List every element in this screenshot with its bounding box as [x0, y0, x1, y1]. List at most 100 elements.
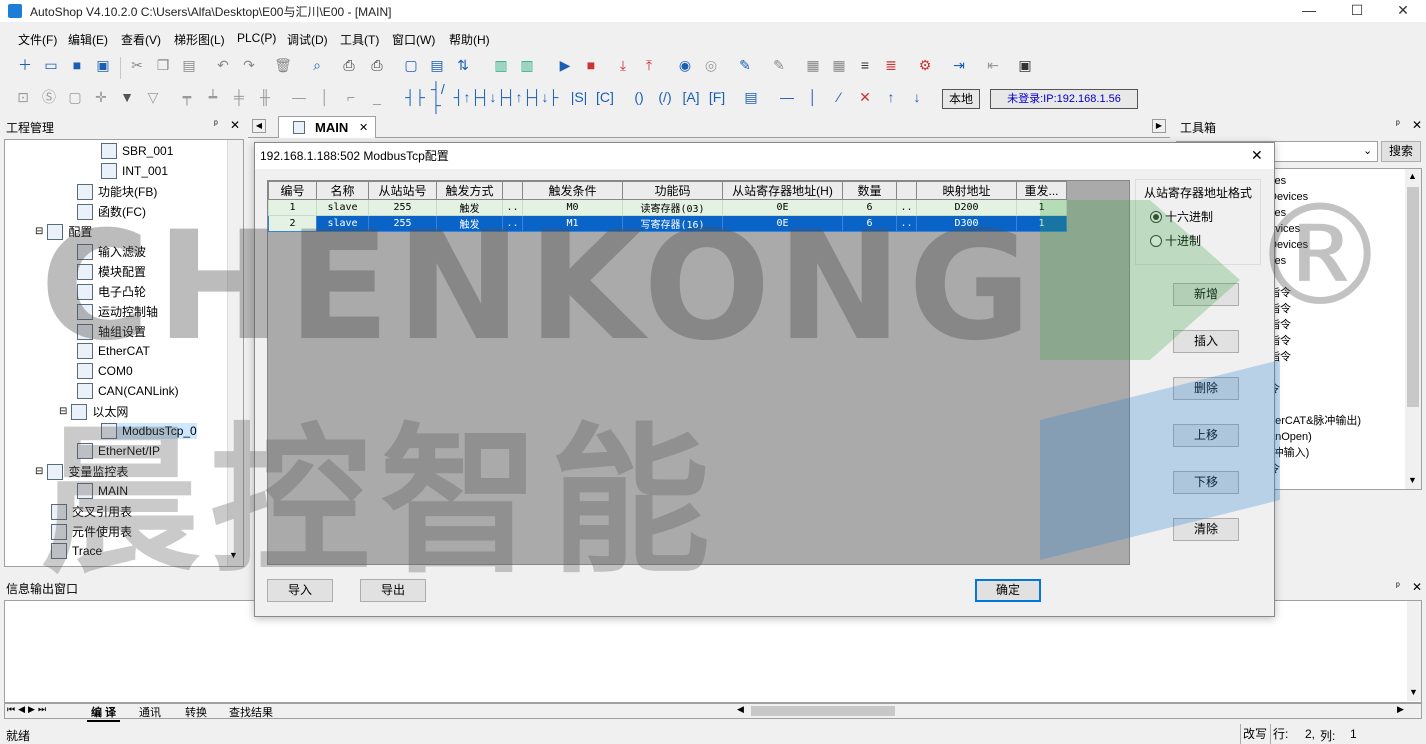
lad-icon[interactable]: ⊡: [12, 86, 34, 108]
tree-item-sbr001[interactable]: SBR_001: [101, 143, 173, 159]
cell-count[interactable]: 6: [842, 199, 897, 216]
cell-addr[interactable]: 0E: [722, 215, 843, 232]
grid1-icon[interactable]: ▦: [802, 54, 824, 76]
toolbox-item[interactable]: 指令: [1269, 301, 1361, 317]
branch2-icon[interactable]: ┷: [202, 86, 224, 108]
scroll-thumb[interactable]: [1407, 187, 1419, 407]
monitor-icon[interactable]: ◉: [674, 54, 696, 76]
tab-close-icon[interactable]: ✕: [359, 121, 368, 134]
cell-dots[interactable]: ..: [896, 199, 917, 216]
cell-map[interactable]: D300: [916, 215, 1017, 232]
undo-icon[interactable]: ↶: [212, 54, 234, 76]
cell-dots[interactable]: ..: [896, 215, 917, 232]
print-preview-icon[interactable]: ⎙: [338, 54, 360, 76]
toolbox-item[interactable]: ces: [1269, 253, 1361, 269]
cell-station[interactable]: 255: [368, 199, 437, 216]
search-icon[interactable]: ⌕: [306, 54, 328, 76]
contact-pb-icon[interactable]: ┤↑├: [506, 86, 533, 108]
tree-item-input-filter[interactable]: 输入滤波: [77, 243, 146, 260]
cell-name[interactable]: slave: [316, 215, 369, 232]
cell-cond[interactable]: M1: [522, 215, 623, 232]
coil-c-icon[interactable]: [C]: [594, 86, 616, 108]
cell-dots[interactable]: ..: [502, 199, 523, 216]
dropdown-chevron-icon[interactable]: ⌄: [1363, 144, 1372, 157]
tree-item-main[interactable]: MAIN: [77, 483, 128, 499]
branch4-icon[interactable]: ╫: [254, 86, 276, 108]
tree-item-ethercat[interactable]: EtherCAT: [77, 343, 150, 359]
align2-icon[interactable]: ≣: [880, 54, 902, 76]
info-tab-comm[interactable]: 通讯: [135, 704, 165, 720]
hwire-icon[interactable]: —: [776, 86, 798, 108]
contact-nc-icon[interactable]: ┤/├: [430, 81, 452, 113]
menu-debug[interactable]: 调试(D): [287, 31, 328, 48]
arrow-down2-icon[interactable]: ▽: [142, 86, 164, 108]
cell-addr[interactable]: 0E: [722, 199, 843, 216]
move-down-button[interactable]: 下移: [1173, 471, 1239, 494]
contact-no-icon[interactable]: ┤├: [404, 86, 426, 108]
col-header[interactable]: 名称: [316, 181, 369, 200]
window-icon[interactable]: ▢: [400, 54, 422, 76]
cell-func[interactable]: 写寄存器(16): [622, 215, 723, 232]
collapse-icon[interactable]: ⊟: [35, 466, 43, 477]
move-up-button[interactable]: 上移: [1173, 424, 1239, 447]
radio-dec[interactable]: 十进制: [1150, 232, 1201, 249]
edit-monitor-icon[interactable]: ✎: [734, 54, 756, 76]
toolbox-item[interactable]: (冲输入): [1269, 445, 1361, 461]
toolbox-item[interactable]: 指令: [1269, 285, 1361, 301]
scroll-up-icon[interactable]: ▲: [1408, 171, 1417, 181]
save-all-icon[interactable]: ▣: [92, 54, 114, 76]
download-icon[interactable]: ▥: [490, 54, 512, 76]
col-header[interactable]: 功能码: [622, 181, 723, 200]
hline-icon[interactable]: —: [288, 86, 310, 108]
tree-item-axis-group[interactable]: 轴组设置: [77, 323, 146, 340]
panel-close-icon[interactable]: ✕: [230, 118, 240, 132]
test-icon[interactable]: ⚙: [914, 54, 936, 76]
comment-icon[interactable]: ▤: [740, 86, 762, 108]
cell-no[interactable]: 2: [268, 215, 317, 232]
contact-nb-icon[interactable]: ┤↓├: [532, 86, 559, 108]
toolbox-item[interactable]: 指令: [1269, 333, 1361, 349]
toolbox-search-button[interactable]: 搜索: [1381, 141, 1421, 162]
col-header[interactable]: 从站站号: [368, 181, 437, 200]
toolbox-item[interactable]: 指令: [1269, 349, 1361, 365]
menu-window[interactable]: 窗口(W): [392, 31, 435, 48]
col-header[interactable]: 触发方式: [436, 181, 503, 200]
dialog-close-icon[interactable]: ✕: [1251, 147, 1263, 164]
menu-tools[interactable]: 工具(T): [340, 31, 379, 48]
minimize-button[interactable]: —: [1286, 0, 1332, 22]
collapse-icon[interactable]: ⊟: [35, 226, 43, 237]
toolbox-close-icon[interactable]: ✕: [1412, 118, 1422, 132]
info-scrollbar[interactable]: ▼: [1407, 601, 1421, 701]
func-f-icon[interactable]: [F]: [706, 86, 728, 108]
menu-plc[interactable]: PLC(P): [237, 31, 276, 45]
col-header[interactable]: 从站寄存器地址(H): [722, 181, 843, 200]
coil-inv-icon[interactable]: (/): [654, 86, 676, 108]
table-row[interactable]: 2 slave 255 触发 .. M1 写寄存器(16) 0E 6 .. D3…: [268, 215, 1067, 232]
tree-item-watch[interactable]: ⊟ 变量监控表: [35, 463, 128, 480]
toolbox-item[interactable]: herCAT&脉冲输出): [1269, 413, 1361, 429]
print-icon[interactable]: ⎙: [366, 54, 388, 76]
cell-dots[interactable]: ..: [502, 215, 523, 232]
import-button[interactable]: 导入: [267, 579, 333, 602]
local-button[interactable]: 本地: [942, 89, 980, 109]
col-header[interactable]: 数量: [842, 181, 897, 200]
collapse-icon[interactable]: ⊟: [59, 406, 67, 417]
compile-icon[interactable]: ⇅: [452, 54, 474, 76]
col-header[interactable]: 编号: [268, 181, 317, 200]
tree-item-com0[interactable]: COM0: [77, 363, 133, 379]
tree-item-config[interactable]: ⊟ 配置: [35, 223, 92, 240]
download-plc-icon[interactable]: ⤓: [612, 54, 634, 76]
scroll-thumb[interactable]: [751, 706, 895, 716]
cell-station[interactable]: 255: [368, 215, 437, 232]
tree-item-trace[interactable]: Trace: [51, 543, 102, 559]
pin-icon[interactable]: ᵖ: [1396, 119, 1400, 130]
toolbox-item[interactable]: 令: [1269, 461, 1361, 477]
tree-scrollbar[interactable]: ▼: [227, 140, 243, 566]
tree-item-fb[interactable]: 功能块(FB): [77, 183, 157, 200]
cell-count[interactable]: 6: [842, 215, 897, 232]
tree-item-can[interactable]: CAN(CANLink): [77, 383, 179, 399]
delwire-icon[interactable]: ⁄: [828, 86, 850, 108]
down-arrow-icon[interactable]: ↓: [906, 86, 928, 108]
redo-icon[interactable]: ↷: [238, 54, 260, 76]
scroll-down-icon[interactable]: ▼: [229, 550, 238, 560]
